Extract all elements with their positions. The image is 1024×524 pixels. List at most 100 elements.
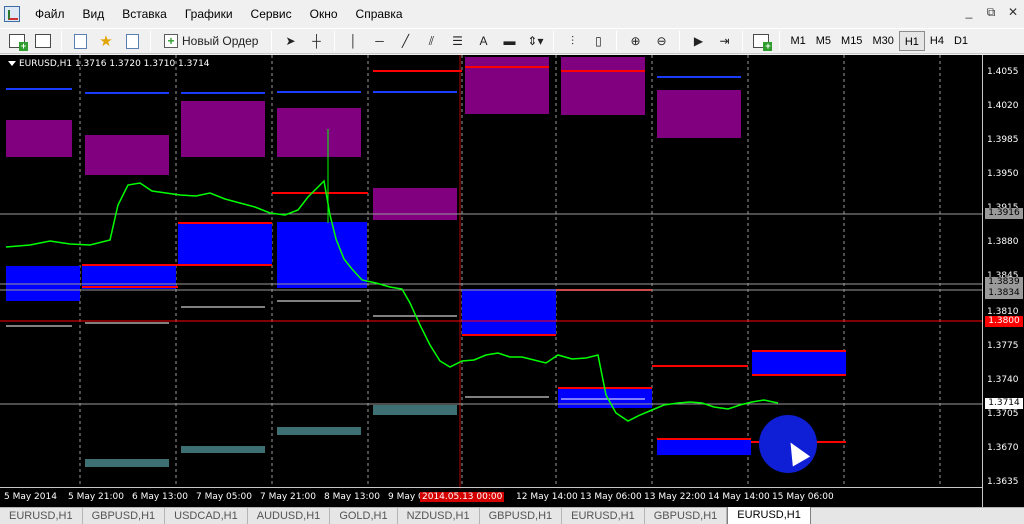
menu-insert[interactable]: Вставка bbox=[113, 4, 176, 24]
new-order-button[interactable]: + Новый Ордер bbox=[158, 30, 264, 52]
menu-help[interactable]: Справка bbox=[347, 4, 412, 24]
timeframe-m30[interactable]: M30 bbox=[867, 31, 898, 51]
menu-file[interactable]: Файл bbox=[26, 4, 74, 24]
profiles-button[interactable] bbox=[32, 30, 54, 52]
price-tick: 1.3740 bbox=[987, 375, 1019, 385]
purple-zone bbox=[181, 101, 265, 157]
menu-window[interactable]: Окно bbox=[301, 4, 347, 24]
new-chart-button[interactable]: + bbox=[6, 30, 28, 52]
timeframe-d1[interactable]: D1 bbox=[949, 31, 973, 51]
teal-zone bbox=[85, 459, 169, 467]
tab-eurusd-h1-active[interactable]: EURUSD,H1 bbox=[727, 507, 811, 524]
tab-gold-h1[interactable]: GOLD,H1 bbox=[330, 508, 398, 524]
bar-chart-button[interactable]: ⫶ bbox=[561, 30, 583, 52]
cursor-tool-button[interactable]: ➤ bbox=[279, 30, 301, 52]
crosshair-tool-button[interactable]: ┼ bbox=[305, 30, 327, 52]
price-tag-current: 1.3714 bbox=[985, 398, 1023, 409]
blue-zone bbox=[277, 222, 367, 288]
chart-area[interactable]: EURUSD,H1 1.3716 1.3720 1.3710 1.3714 1.… bbox=[0, 55, 1024, 507]
tab-eurusd-h1[interactable]: EURUSD,H1 bbox=[562, 508, 645, 524]
menu-view[interactable]: Вид bbox=[74, 4, 114, 24]
terminal-button[interactable] bbox=[121, 30, 143, 52]
tab-gbpusd-h1[interactable]: GBPUSD,H1 bbox=[645, 508, 728, 524]
time-tick: 9 May 0 bbox=[388, 492, 424, 502]
vertical-line-icon: │ bbox=[349, 34, 358, 48]
price-axis: 1.4055 1.4020 1.3985 1.3950 1.3915 1.388… bbox=[982, 55, 1024, 507]
tab-audusd-h1[interactable]: AUDUSD,H1 bbox=[248, 508, 331, 524]
equidistant-channel-button[interactable]: ⫽ bbox=[420, 30, 442, 52]
indicators-button[interactable]: + bbox=[750, 30, 773, 52]
zoom-out-button[interactable]: ⊖ bbox=[650, 30, 672, 52]
market-watch-button[interactable] bbox=[69, 30, 91, 52]
arrows-menu-button[interactable]: ⇕▾ bbox=[524, 30, 546, 52]
cursor-arrow-icon: ➤ bbox=[285, 34, 296, 48]
red-levels bbox=[0, 66, 982, 443]
timeframe-h1[interactable]: H1 bbox=[898, 31, 925, 51]
time-tick: 13 May 22:00 bbox=[644, 492, 706, 502]
text-tool-icon: A bbox=[479, 34, 488, 48]
text-tool-button[interactable]: A bbox=[472, 30, 494, 52]
fibonacci-button[interactable]: ☰ bbox=[446, 30, 468, 52]
purple-zone bbox=[277, 108, 361, 157]
bar-chart-icon: ⫶ bbox=[570, 33, 574, 48]
minimize-button[interactable]: _ bbox=[962, 4, 976, 20]
zoom-in-button[interactable]: ⊕ bbox=[624, 30, 646, 52]
price-tick: 1.3635 bbox=[987, 477, 1019, 487]
price-tick: 1.3950 bbox=[987, 169, 1019, 179]
new-order-label: Новый Ордер bbox=[182, 34, 259, 48]
time-tick: 7 May 05:00 bbox=[196, 492, 252, 502]
timeframe-m5[interactable]: M5 bbox=[811, 31, 836, 51]
menu-bar: Файл Вид Вставка Графики Сервис Окно Спр… bbox=[0, 0, 1024, 28]
tab-usdcad-h1[interactable]: USDCAD,H1 bbox=[165, 508, 248, 524]
tab-eurusd-h1[interactable]: EURUSD,H1 bbox=[0, 508, 83, 524]
price-chart[interactable] bbox=[0, 55, 982, 487]
chart-shift-button[interactable]: ⇥ bbox=[713, 30, 735, 52]
arrows-icon: ⇕▾ bbox=[527, 34, 544, 48]
vertical-line-button[interactable]: │ bbox=[342, 30, 364, 52]
time-tick: 7 May 21:00 bbox=[260, 492, 316, 502]
label-tool-button[interactable]: ▬ bbox=[498, 30, 520, 52]
blue-zone bbox=[462, 289, 556, 335]
app-icon bbox=[4, 6, 20, 22]
terminal-icon bbox=[125, 33, 139, 49]
star-folder-icon: ★ bbox=[99, 33, 113, 50]
tab-nzdusd-h1[interactable]: NZDUSD,H1 bbox=[398, 508, 480, 524]
purple-zone bbox=[561, 57, 645, 115]
menu-charts[interactable]: Графики bbox=[176, 4, 242, 24]
fibonacci-icon: ☰ bbox=[452, 34, 463, 48]
tab-gbpusd-h1[interactable]: GBPUSD,H1 bbox=[480, 508, 563, 524]
timeframe-m1[interactable]: M1 bbox=[785, 31, 810, 51]
time-tick: 13 May 06:00 bbox=[580, 492, 642, 502]
chart-symbol-header: EURUSD,H1 1.3716 1.3720 1.3710 1.3714 bbox=[8, 59, 210, 69]
blue-zone bbox=[82, 265, 176, 289]
collapse-triangle-icon[interactable] bbox=[8, 61, 16, 66]
menu-tools[interactable]: Сервис bbox=[242, 4, 301, 24]
autoscroll-button[interactable]: ▶ bbox=[687, 30, 709, 52]
horizontal-line-button[interactable]: ─ bbox=[368, 30, 390, 52]
market-watch-icon bbox=[73, 33, 87, 49]
zoom-out-icon: ⊖ bbox=[656, 34, 667, 48]
time-tick: 8 May 13:00 bbox=[324, 492, 380, 502]
price-tick: 1.3985 bbox=[987, 135, 1019, 145]
teal-zone bbox=[277, 427, 361, 435]
blue-zone bbox=[178, 223, 272, 265]
price-tag-mid: 1.3839 bbox=[985, 277, 1023, 288]
restore-button[interactable]: ⧉ bbox=[984, 4, 998, 20]
price-tick: 1.4020 bbox=[987, 101, 1019, 111]
trendline-button[interactable]: ╱ bbox=[394, 30, 416, 52]
purple-zone bbox=[85, 135, 169, 175]
close-button[interactable]: ✕ bbox=[1006, 4, 1020, 20]
time-cursor-label: 2014.05.13 00:00 bbox=[420, 492, 505, 502]
profiles-icon bbox=[35, 34, 51, 48]
trendline-icon: ╱ bbox=[401, 34, 410, 48]
timeframe-m15[interactable]: M15 bbox=[836, 31, 867, 51]
blue-zone bbox=[752, 351, 846, 375]
time-tick: 14 May 14:00 bbox=[708, 492, 770, 502]
candlestick-button[interactable]: ▯ bbox=[587, 30, 609, 52]
chart-shift-icon: ⇥ bbox=[719, 34, 730, 48]
navigator-button[interactable]: ★ bbox=[95, 30, 117, 52]
tab-gbpusd-h1[interactable]: GBPUSD,H1 bbox=[83, 508, 166, 524]
timeframe-h4[interactable]: H4 bbox=[925, 31, 949, 51]
purple-zone bbox=[373, 188, 457, 220]
purple-zone bbox=[657, 90, 741, 138]
